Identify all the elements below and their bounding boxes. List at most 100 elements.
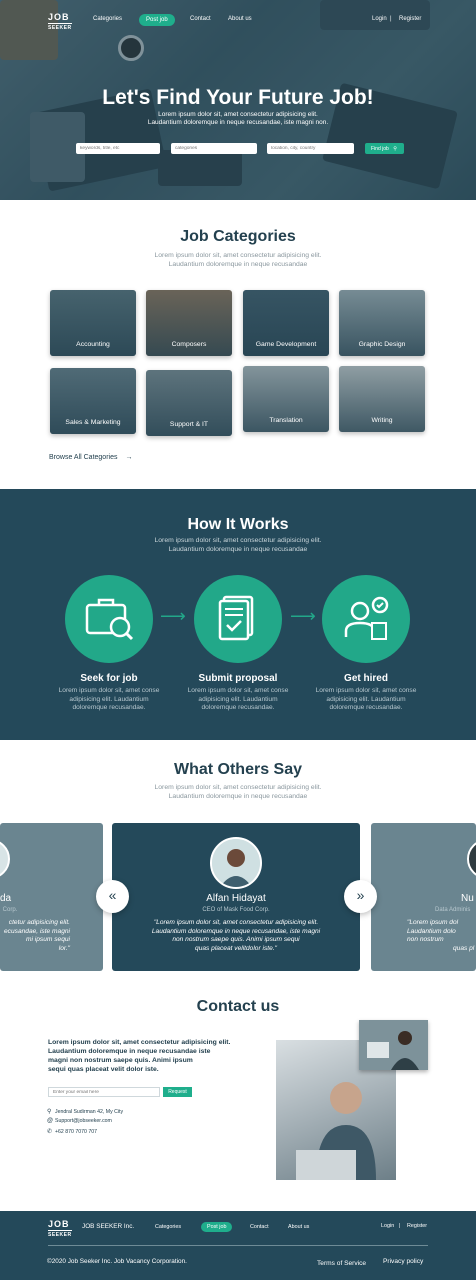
category-label: Support & IT [169, 421, 209, 428]
how-subtitle-line: Laudantium doloremque in neque recusanda… [168, 546, 308, 553]
testimonials-subtitle-line: Laudantium doloremque in neque recusanda… [168, 793, 308, 800]
contact-description: Lorem ipsum dolor sit, amet consectetur … [48, 1038, 238, 1074]
step-circle-submit [194, 575, 282, 663]
hero-title: Let's Find Your Future Job! [102, 86, 374, 109]
contact-email[interactable]: @ Support@jobseeker.com [47, 1118, 112, 1124]
quote-line: ctetur adipisicing elit. [8, 919, 70, 926]
testimonial-card-main[interactable]: Alfan Hidayat CEO of Mask Food Corp. "Lo… [112, 823, 360, 971]
email-input[interactable] [48, 1087, 160, 1097]
testimonial-card-right[interactable]: Nu Data Adminis "Lorem ipsum dol Laudant… [371, 823, 476, 971]
briefcase-search-icon [85, 598, 134, 641]
footer-nav-about-us[interactable]: About us [288, 1224, 309, 1230]
request-button[interactable]: Request [163, 1087, 192, 1097]
testimonial-card-left[interactable]: da Corp. ctetur adipisicing elit. ecusan… [0, 823, 103, 971]
step-line: Lorem ipsum dolor sit, amet conse [58, 687, 160, 694]
chevron-double-left-icon: « [108, 887, 117, 903]
quote-line: lor." [58, 944, 70, 952]
location-input[interactable] [267, 143, 354, 154]
footer-divider: | [399, 1223, 401, 1229]
nav-post-job[interactable]: Post job [139, 14, 175, 26]
nav-about-us[interactable]: About us [228, 16, 252, 22]
contact-photo-small [359, 1020, 428, 1070]
quote-line: Laudantium dolo [407, 927, 456, 935]
hero-section: JOB SEEKER Categories Post job Contact A… [0, 0, 476, 200]
find-job-button[interactable]: Find job ⚲ [365, 143, 404, 154]
category-card-sales-marketing[interactable]: Sales & Marketing [50, 368, 136, 434]
quote-line: "Lorem ipsum dol [407, 919, 459, 926]
register-link[interactable]: Register [399, 16, 421, 22]
avatar [0, 839, 10, 879]
testimonial-quote: ctetur adipisicing elit. ecusandae, iste… [0, 919, 70, 953]
hero-subtitle-line: Laudantium doloremque in neque recusanda… [147, 119, 329, 126]
contact-text-line: Lorem ipsum dolor sit, amet consectetur … [48, 1039, 231, 1046]
step-line: doloremque recusandae. [329, 704, 403, 711]
categories-title: Job Categories [180, 228, 296, 245]
category-label: Composers [171, 341, 207, 348]
search-bar: Find job ⚲ [0, 143, 476, 154]
contact-text-line: sequi quas placeat velit dolor iste. [48, 1066, 159, 1073]
chevron-double-right-icon: » [356, 887, 365, 903]
quote-line: "Lorem ipsum dolor sit, amet consectetur… [153, 919, 319, 926]
quote-line: quas pl [453, 944, 475, 952]
email-text: Support@jobseeker.com [55, 1118, 112, 1124]
hired-person-icon [344, 596, 389, 640]
footer-register-link[interactable]: Register [407, 1223, 427, 1229]
testimonials-subtitle-line: Lorem ipsum dolor sit, amet consectetur … [154, 784, 322, 791]
terms-link[interactable]: Terms of Service [317, 1260, 366, 1267]
step-circle-seek [65, 575, 153, 663]
categories-subtitle: Lorem ipsum dolor sit, amet consectetur … [0, 251, 476, 269]
category-card-accounting[interactable]: Accounting [50, 290, 136, 356]
arrow-right-icon: → [125, 454, 133, 461]
testimonial-quote: "Lorem ipsum dol Laudantium dolo non nos… [407, 919, 476, 953]
category-card-graphic-design[interactable]: Graphic Design [339, 290, 425, 356]
step-description: Lorem ipsum dolor sit, amet conse adipis… [178, 687, 298, 713]
contact-text-line: magni non nostrum saepe quis. Animi ipsu… [48, 1057, 193, 1064]
phone-text: +62 870 7070 707 [55, 1129, 97, 1135]
avatar [210, 837, 262, 889]
footer-divider-line [48, 1245, 428, 1246]
nav-contact[interactable]: Contact [190, 16, 211, 22]
logo[interactable]: JOB SEEKER [48, 13, 72, 33]
keywords-input[interactable] [76, 143, 160, 154]
contact-phone[interactable]: ✆ +62 870 7070 707 [47, 1128, 97, 1135]
browse-all-label: Browse All Categories [49, 454, 118, 461]
category-label: Graphic Design [358, 341, 406, 348]
category-label: Game Development [255, 341, 317, 348]
testimonial-name: Alfan Hidayat [206, 893, 266, 904]
step-line: Lorem ipsum dolor sit, amet conse [315, 687, 417, 694]
testimonials-subtitle: Lorem ipsum dolor sit, amet consectetur … [0, 783, 476, 801]
logo-sub: SEEKER [48, 23, 72, 31]
testimonial-role: CEO of Mask Food Corp. [202, 907, 270, 913]
step-title: Seek for job [80, 673, 138, 684]
next-testimonial-button[interactable]: » [344, 880, 377, 913]
step-line: adipisicing elit. Laudantium [198, 695, 278, 703]
footer-nav-categories[interactable]: Categories [155, 1224, 181, 1230]
footer-copyright: ©2020 Job Seeker Inc. Job Vacancy Corpor… [47, 1258, 187, 1265]
privacy-link[interactable]: Privacy policy [383, 1258, 423, 1265]
category-label: Sales & Marketing [65, 419, 121, 426]
quote-line: non nostrum saepe quis. Animi ipsum sequ… [172, 936, 300, 944]
nav-categories[interactable]: Categories [93, 16, 122, 22]
browse-all-categories-link[interactable]: Browse All Categories → [49, 454, 132, 461]
quote-line: non nostrum [407, 936, 444, 944]
avatar [467, 839, 476, 879]
contact-text-line: Laudantium doloremque in neque recusanda… [48, 1048, 211, 1055]
category-card-composers[interactable]: Composers [146, 290, 232, 356]
category-card-support-it[interactable]: Support & IT [146, 370, 232, 436]
logo-sub: SEEKER [48, 1230, 72, 1238]
category-card-translation[interactable]: Translation [243, 366, 329, 432]
top-navbar: JOB SEEKER Categories Post job Contact A… [0, 8, 476, 32]
testimonial-role: Corp. [2, 907, 18, 913]
category-card-game-development[interactable]: Game Development [243, 290, 329, 356]
category-label: Translation [269, 417, 303, 424]
prev-testimonial-button[interactable]: « [96, 880, 129, 913]
footer-login-link[interactable]: Login [381, 1223, 394, 1229]
footer-nav-contact[interactable]: Contact [250, 1224, 269, 1230]
how-subtitle: Lorem ipsum dolor sit, amet consectetur … [0, 536, 476, 554]
login-link[interactable]: Login [372, 16, 387, 22]
arrow-right-icon: ⟶ [290, 606, 316, 626]
footer-logo[interactable]: JOB SEEKER [48, 1220, 72, 1240]
categories-input[interactable] [171, 143, 257, 154]
footer-nav-post-job[interactable]: Post job [201, 1222, 233, 1232]
category-card-writing[interactable]: Writing [339, 366, 425, 432]
